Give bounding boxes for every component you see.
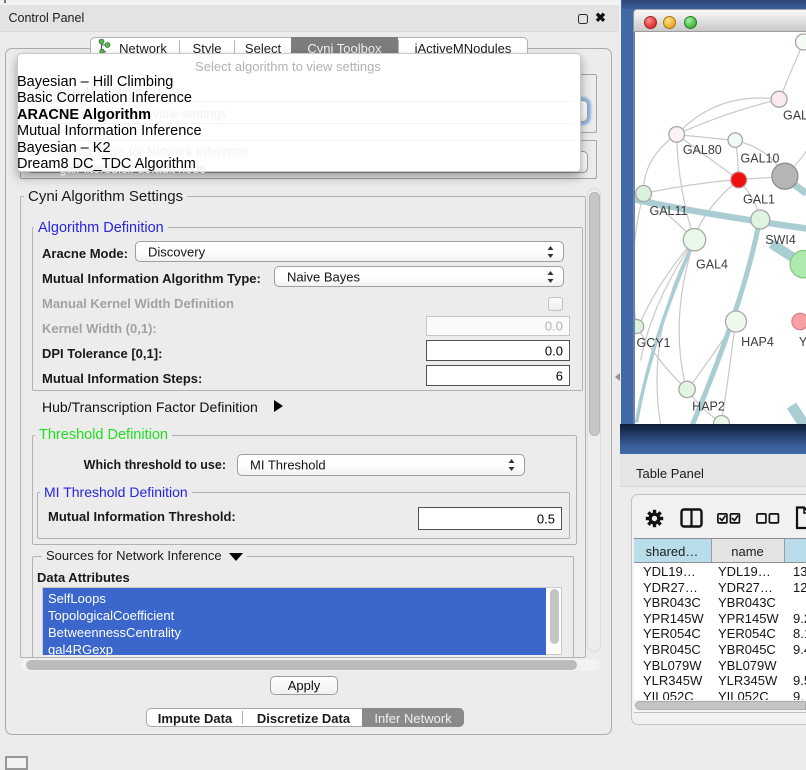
svg-text:GAL80: GAL80 [682,143,721,157]
svg-text:GAL11: GAL11 [649,204,687,218]
svg-text:GAL4: GAL4 [696,257,728,271]
svg-text:GAL: GAL [782,108,806,122]
svg-text:GAL1: GAL1 [743,192,775,206]
svg-text:Y: Y [798,335,806,349]
svg-text:HAP4: HAP4 [741,335,774,349]
svg-text:HAP2: HAP2 [692,399,725,413]
svg-text:GCY1: GCY1 [636,336,670,350]
svg-text:SWI4: SWI4 [765,233,796,247]
svg-text:GAL10: GAL10 [740,151,779,165]
